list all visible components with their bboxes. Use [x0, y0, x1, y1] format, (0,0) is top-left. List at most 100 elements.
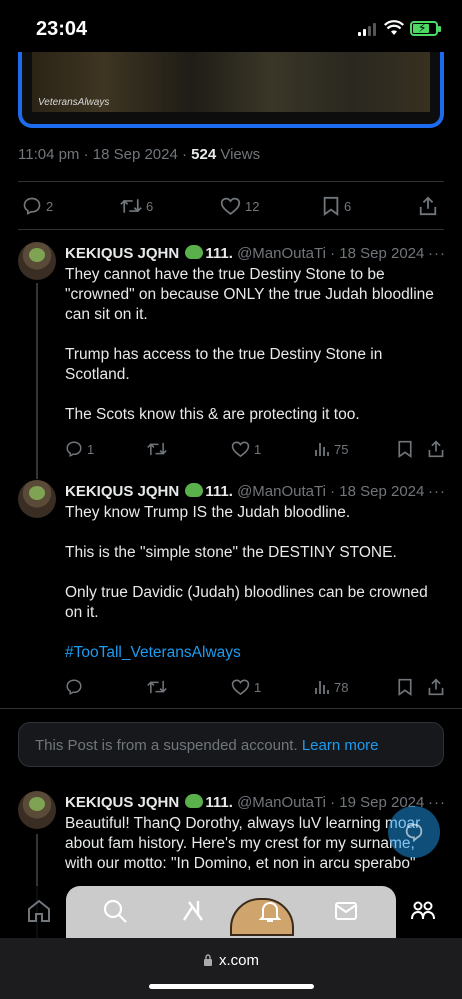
bookmark-icon [398, 678, 412, 696]
post-timestamp: 11:04 pm · 18 Sep 2024 · [18, 146, 192, 163]
tweet-paragraph: Trump has access to the true Destiny Sto… [65, 346, 383, 383]
share-icon [419, 196, 437, 216]
author-name-suffix: 111. [205, 794, 233, 811]
frog-emoji-icon [185, 794, 204, 808]
post-views-count: 524 [191, 146, 217, 163]
wifi-icon [384, 20, 404, 35]
repost-button[interactable]: 6 [120, 196, 153, 216]
tweet-paragraph: Only true Davidic (Judah) bloodlines can… [65, 584, 428, 621]
bookmark-button[interactable] [397, 678, 413, 696]
bookmark-icon [398, 440, 412, 458]
author-name[interactable]: KEKIQUS JQHN [65, 794, 179, 811]
repost-button[interactable] [147, 440, 171, 458]
views-icon [315, 681, 329, 694]
views-button[interactable]: 75 [314, 441, 348, 457]
tweet-paragraph: They cannot have the true Destiny Stone … [65, 266, 434, 323]
battery-icon: ⚡ [410, 21, 441, 36]
reply-icon [23, 197, 41, 215]
tweet-action-bar: 1 78 [65, 674, 445, 700]
url-display[interactable]: x.com [0, 952, 462, 969]
tweet-paragraph: Beautiful! ThanQ Dorothy, always luV lea… [65, 815, 421, 872]
cellular-signal-icon [358, 23, 378, 36]
like-count: 12 [245, 198, 260, 214]
avatar[interactable] [18, 242, 56, 280]
home-indicator [149, 984, 314, 989]
repost-button[interactable] [147, 678, 171, 696]
share-button[interactable] [427, 678, 445, 696]
url-text: x.com [218, 952, 259, 969]
heart-icon [231, 679, 250, 696]
author-handle[interactable]: @ManOutaTi [237, 483, 326, 500]
views-count: 78 [334, 679, 349, 695]
media-caption: VeteransAlways [38, 97, 110, 108]
more-options-icon[interactable]: ··· [428, 483, 446, 500]
post-views-label: Views [216, 146, 261, 163]
share-icon [428, 440, 444, 458]
tweet-text: They know Trump IS the Judah bloodline. … [65, 503, 445, 663]
more-options-icon[interactable]: ··· [428, 245, 446, 262]
author-name[interactable]: KEKIQUS JQHN [65, 245, 179, 262]
notifications-bell-icon[interactable] [257, 898, 283, 924]
tweet-header: KEKIQUS JQHN 111. @ManOutaTi · 18 Sep 20… [65, 483, 424, 500]
suspended-account-notice: This Post is from a suspended account. L… [18, 722, 444, 767]
author-name-suffix: 111. [205, 483, 233, 500]
divider [18, 181, 444, 182]
views-button[interactable]: 78 [314, 679, 348, 695]
views-count: 75 [334, 441, 349, 457]
frog-emoji-icon [185, 245, 204, 259]
like-count: 1 [254, 441, 262, 457]
reply-icon [66, 679, 82, 695]
share-icon [428, 678, 444, 696]
communities-icon[interactable] [410, 898, 436, 924]
author-name-suffix: 111. [205, 245, 233, 262]
lock-icon [203, 954, 212, 966]
reply-icon [66, 441, 82, 457]
repost-count: 6 [146, 198, 154, 214]
tweet-text: Beautiful! ThanQ Dorothy, always luV lea… [65, 814, 445, 874]
repost-icon [147, 442, 167, 456]
reply-count: 2 [46, 198, 54, 214]
share-button[interactable] [427, 440, 445, 458]
like-button[interactable]: 1 [231, 440, 261, 458]
like-button[interactable]: 12 [220, 196, 259, 216]
divider [0, 708, 462, 709]
search-icon[interactable] [102, 898, 128, 924]
reply-button[interactable]: 1 [65, 440, 94, 458]
reply-count: 1 [87, 441, 95, 457]
messages-icon[interactable] [333, 898, 359, 924]
grok-icon[interactable] [180, 898, 206, 924]
views-icon [315, 443, 329, 456]
author-handle[interactable]: @ManOutaTi [237, 245, 326, 262]
tweet-date: · 18 Sep 2024 [330, 245, 425, 262]
avatar[interactable] [18, 480, 56, 518]
repost-icon [147, 680, 167, 694]
heart-icon [231, 441, 250, 458]
bookmark-icon [323, 196, 339, 216]
author-handle[interactable]: @ManOutaTi [237, 794, 326, 811]
thread-line [36, 283, 38, 479]
tweet-paragraph: This is the "simple stone" the DESTINY S… [65, 544, 397, 561]
bookmark-count: 6 [344, 198, 352, 214]
tweet-header: KEKIQUS JQHN 111. @ManOutaTi · 19 Sep 20… [65, 794, 424, 811]
bookmark-button[interactable] [397, 440, 413, 458]
suspended-text: This Post is from a suspended account. [35, 737, 302, 754]
frog-emoji-icon [185, 483, 204, 497]
author-name[interactable]: KEKIQUS JQHN [65, 483, 179, 500]
hashtag-link[interactable]: #TooTall_VeteransAlways [65, 644, 241, 661]
compose-reply-button[interactable] [388, 806, 440, 858]
post-media[interactable]: VeteransAlways [18, 52, 444, 128]
like-count: 1 [254, 679, 262, 695]
avatar[interactable] [18, 791, 56, 829]
reply-bubble-icon [405, 823, 423, 843]
tweet-header: KEKIQUS JQHN 111. @ManOutaTi · 18 Sep 20… [65, 245, 424, 262]
tweet-paragraph: The Scots know this & are protecting it … [65, 406, 360, 423]
tweet-paragraph: They know Trump IS the Judah bloodline. [65, 504, 351, 521]
share-button[interactable] [418, 196, 438, 216]
reply-button[interactable] [65, 678, 87, 696]
like-button[interactable]: 1 [231, 678, 261, 696]
more-options-icon[interactable]: ··· [428, 794, 446, 811]
bookmark-button[interactable]: 6 [322, 196, 351, 216]
home-icon[interactable] [26, 898, 52, 924]
reply-button[interactable]: 2 [22, 196, 53, 216]
learn-more-link[interactable]: Learn more [302, 737, 379, 754]
